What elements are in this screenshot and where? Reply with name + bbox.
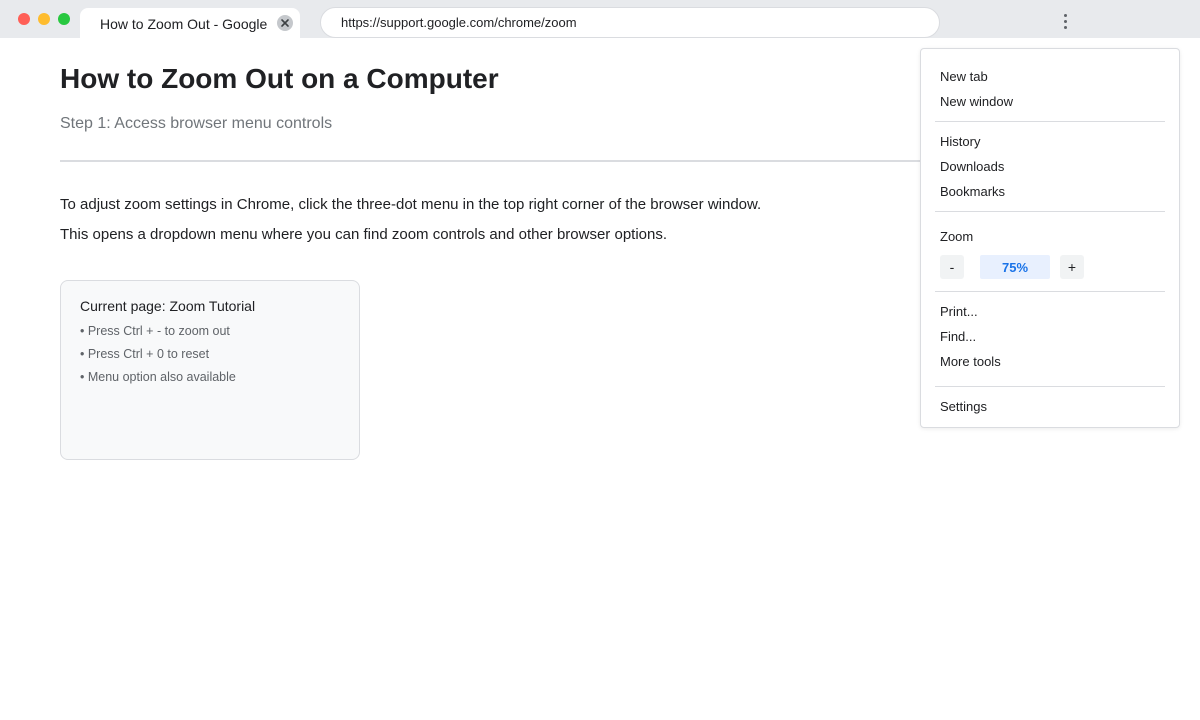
info-card: Current page: Zoom Tutorial • Press Ctrl… bbox=[60, 280, 360, 460]
menu-item-bookmarks[interactable]: Bookmarks bbox=[940, 184, 1005, 199]
menu-item-settings[interactable]: Settings bbox=[940, 399, 987, 414]
instruction-paragraph: This opens a dropdown menu where you can… bbox=[60, 226, 668, 243]
address-bar-url: https://support.google.com/chrome/zoom bbox=[341, 15, 577, 30]
zoom-label: Zoom bbox=[940, 229, 974, 244]
menu-item-more-tools[interactable]: More tools bbox=[940, 354, 1001, 369]
info-card-item: • Menu option also available bbox=[80, 370, 236, 384]
close-window-button[interactable] bbox=[18, 13, 30, 25]
menu-separator bbox=[935, 291, 1165, 292]
content-divider bbox=[60, 160, 930, 162]
menu-separator bbox=[935, 121, 1165, 122]
menu-item-print[interactable]: Print... bbox=[940, 304, 978, 319]
menu-item-history[interactable]: History bbox=[940, 134, 980, 149]
browser-titlebar: How to Zoom Out - Google https://support… bbox=[0, 0, 1200, 38]
menu-item-new-window[interactable]: New window bbox=[940, 94, 1013, 109]
menu-item-new-tab[interactable]: New tab bbox=[940, 69, 988, 84]
zoom-in-button[interactable]: + bbox=[1060, 255, 1084, 279]
menu-separator bbox=[935, 211, 1165, 212]
browser-tab[interactable]: How to Zoom Out - Google bbox=[80, 8, 300, 38]
page-title: How to Zoom Out on a Computer bbox=[60, 63, 499, 94]
maximize-window-button[interactable] bbox=[58, 13, 70, 25]
minimize-window-button[interactable] bbox=[38, 13, 50, 25]
menu-item-find[interactable]: Find... bbox=[940, 329, 976, 344]
menu-separator bbox=[935, 386, 1165, 387]
zoom-out-button[interactable]: - bbox=[940, 255, 964, 279]
zoom-level-value: 75% bbox=[980, 255, 1050, 279]
info-card-title: Current page: Zoom Tutorial bbox=[80, 298, 256, 314]
instruction-paragraph: To adjust zoom settings in Chrome, click… bbox=[60, 196, 762, 213]
info-card-item: • Press Ctrl + 0 to reset bbox=[80, 347, 210, 361]
browser-dropdown-menu: New tab New window History Downloads Boo… bbox=[920, 48, 1180, 428]
three-dot-menu-icon[interactable] bbox=[1054, 10, 1076, 32]
menu-item-downloads[interactable]: Downloads bbox=[940, 159, 1004, 174]
close-icon[interactable] bbox=[277, 15, 293, 31]
tab-title: How to Zoom Out - Google bbox=[100, 16, 268, 32]
address-bar[interactable]: https://support.google.com/chrome/zoom bbox=[320, 7, 940, 38]
page-subtitle: Step 1: Access browser menu controls bbox=[60, 115, 333, 132]
info-card-item: • Press Ctrl + - to zoom out bbox=[80, 324, 230, 338]
